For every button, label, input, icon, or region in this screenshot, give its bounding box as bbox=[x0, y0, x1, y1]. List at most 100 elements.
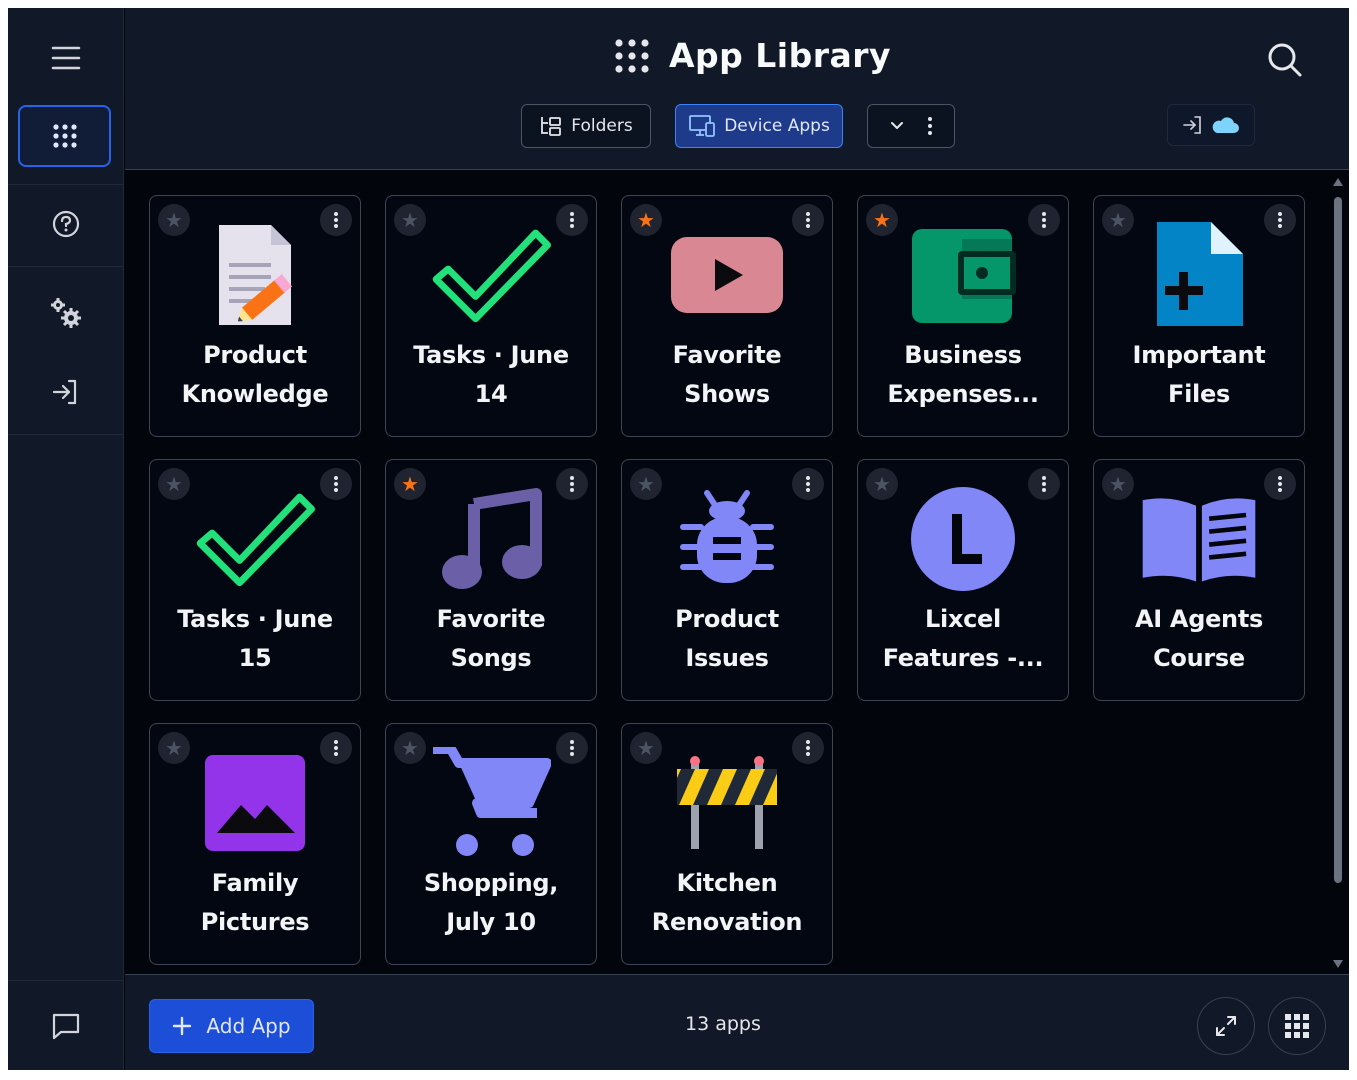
favorite-star-icon[interactable]: ★ bbox=[394, 732, 426, 764]
card-menu-button[interactable] bbox=[792, 204, 824, 236]
header: App Library Folders Device Apps bbox=[125, 8, 1349, 170]
bug-icon bbox=[667, 480, 787, 598]
sidebar-item-help[interactable] bbox=[8, 204, 124, 244]
card-menu-button[interactable] bbox=[1264, 468, 1296, 500]
app-card[interactable]: ★ Important Files bbox=[1093, 195, 1305, 437]
grid-view-button[interactable] bbox=[1268, 997, 1326, 1055]
app-card[interactable]: ★ Business Expenses... bbox=[857, 195, 1069, 437]
hamburger-menu-button[interactable] bbox=[8, 36, 124, 80]
checkmark-icon bbox=[195, 480, 315, 598]
add-app-label: Add App bbox=[206, 1014, 291, 1038]
search-icon bbox=[1268, 43, 1302, 77]
page-title-group: App Library bbox=[613, 36, 891, 75]
favorite-star-icon[interactable]: ★ bbox=[866, 204, 898, 236]
app-card-label: Product Knowledge bbox=[181, 341, 329, 408]
card-menu-button[interactable] bbox=[1264, 204, 1296, 236]
app-card[interactable]: ★ Product Knowledge bbox=[149, 195, 361, 437]
expand-icon bbox=[1216, 1016, 1236, 1036]
app-card[interactable]: ★ Tasks · June 15 bbox=[149, 459, 361, 701]
document-pencil-icon bbox=[195, 216, 315, 334]
card-menu-button[interactable] bbox=[556, 468, 588, 500]
expand-button[interactable] bbox=[1197, 997, 1255, 1055]
more-vertical-icon bbox=[570, 476, 574, 492]
sidebar-item-settings[interactable] bbox=[8, 294, 124, 334]
card-menu-button[interactable] bbox=[556, 204, 588, 236]
cloud-icon bbox=[1212, 117, 1239, 133]
hamburger-icon bbox=[51, 46, 81, 70]
favorite-star-icon[interactable]: ★ bbox=[866, 468, 898, 500]
favorite-star-icon[interactable]: ★ bbox=[1102, 204, 1134, 236]
more-vertical-icon bbox=[1278, 212, 1282, 228]
app-card-label: Family Pictures bbox=[200, 869, 310, 936]
file-plus-icon bbox=[1139, 216, 1259, 334]
favorite-star-icon[interactable]: ★ bbox=[158, 468, 190, 500]
gears-icon bbox=[51, 298, 81, 328]
sidebar-item-sign-in[interactable] bbox=[8, 372, 124, 412]
tab-device-apps[interactable]: Device Apps bbox=[675, 104, 843, 148]
tab-folders-label: Folders bbox=[571, 116, 633, 136]
more-vertical-icon bbox=[928, 117, 932, 135]
more-vertical-icon bbox=[570, 740, 574, 756]
folder-tree-icon bbox=[541, 117, 562, 136]
more-vertical-icon bbox=[1042, 212, 1046, 228]
sidebar-divider bbox=[8, 980, 124, 981]
favorite-star-icon[interactable]: ★ bbox=[158, 204, 190, 236]
app-card[interactable]: ★ Tasks · June 14 bbox=[385, 195, 597, 437]
music-note-icon bbox=[431, 480, 551, 598]
favorite-star-icon[interactable]: ★ bbox=[1102, 468, 1134, 500]
app-grid: ★ Product Knowledge ★ Tasks · June 14 ★ Fa… bbox=[125, 171, 1329, 974]
card-menu-button[interactable] bbox=[320, 468, 352, 500]
app-card[interactable]: ★ Favorite Songs bbox=[385, 459, 597, 701]
plus-icon bbox=[173, 1016, 192, 1036]
more-vertical-icon bbox=[806, 476, 810, 492]
construction-barrier-icon bbox=[667, 744, 787, 862]
card-menu-button[interactable] bbox=[1028, 468, 1060, 500]
app-card[interactable]: ★ Shopping, July 10 bbox=[385, 723, 597, 965]
device-icon bbox=[689, 115, 716, 137]
sign-in-icon bbox=[1183, 116, 1201, 134]
image-icon bbox=[195, 744, 315, 862]
app-card-label: Shopping, July 10 bbox=[423, 869, 559, 936]
scrollbar[interactable] bbox=[1329, 171, 1349, 974]
app-card[interactable]: ★ Family Pictures bbox=[149, 723, 361, 965]
app-card[interactable]: ★ Kitchen Renovation bbox=[621, 723, 833, 965]
app-card[interactable]: ★ AI Agents Course bbox=[1093, 459, 1305, 701]
scroll-up-icon[interactable] bbox=[1332, 177, 1344, 187]
app-card-label: Product Issues bbox=[675, 605, 779, 672]
sidebar-item-chat[interactable] bbox=[8, 1006, 124, 1046]
footer: Add App 13 apps bbox=[125, 974, 1349, 1070]
app-card[interactable]: ★ Lixcel Features -... bbox=[857, 459, 1069, 701]
search-button[interactable] bbox=[1265, 40, 1305, 80]
card-menu-button[interactable] bbox=[792, 468, 824, 500]
app-card[interactable]: ★ Favorite Shows bbox=[621, 195, 833, 437]
help-icon bbox=[52, 210, 80, 238]
more-vertical-icon bbox=[1278, 476, 1282, 492]
more-options-dropdown[interactable] bbox=[867, 104, 955, 148]
app-count: 13 apps bbox=[685, 1013, 761, 1035]
favorite-star-icon[interactable]: ★ bbox=[394, 468, 426, 500]
sidebar-divider bbox=[8, 184, 124, 185]
favorite-star-icon[interactable]: ★ bbox=[394, 204, 426, 236]
card-menu-button[interactable] bbox=[1028, 204, 1060, 236]
favorite-star-icon[interactable]: ★ bbox=[158, 732, 190, 764]
favorite-star-icon[interactable]: ★ bbox=[630, 732, 662, 764]
more-vertical-icon bbox=[806, 740, 810, 756]
app-card[interactable]: ★ Product Issues bbox=[621, 459, 833, 701]
card-menu-button[interactable] bbox=[556, 732, 588, 764]
scroll-down-icon[interactable] bbox=[1332, 959, 1344, 969]
app-card-label: Important Files bbox=[1132, 341, 1266, 408]
tab-folders[interactable]: Folders bbox=[521, 104, 651, 148]
sidebar-item-apps[interactable] bbox=[18, 105, 111, 167]
card-menu-button[interactable] bbox=[792, 732, 824, 764]
card-menu-button[interactable] bbox=[320, 732, 352, 764]
wallet-icon bbox=[903, 216, 1023, 334]
favorite-star-icon[interactable]: ★ bbox=[630, 204, 662, 236]
add-app-button[interactable]: Add App bbox=[149, 999, 314, 1053]
cloud-sign-in-button[interactable] bbox=[1167, 104, 1255, 146]
scrollbar-thumb[interactable] bbox=[1334, 197, 1342, 883]
more-vertical-icon bbox=[334, 476, 338, 492]
more-vertical-icon bbox=[334, 212, 338, 228]
app-card-label: Lixcel Features -... bbox=[882, 605, 1044, 672]
card-menu-button[interactable] bbox=[320, 204, 352, 236]
favorite-star-icon[interactable]: ★ bbox=[630, 468, 662, 500]
